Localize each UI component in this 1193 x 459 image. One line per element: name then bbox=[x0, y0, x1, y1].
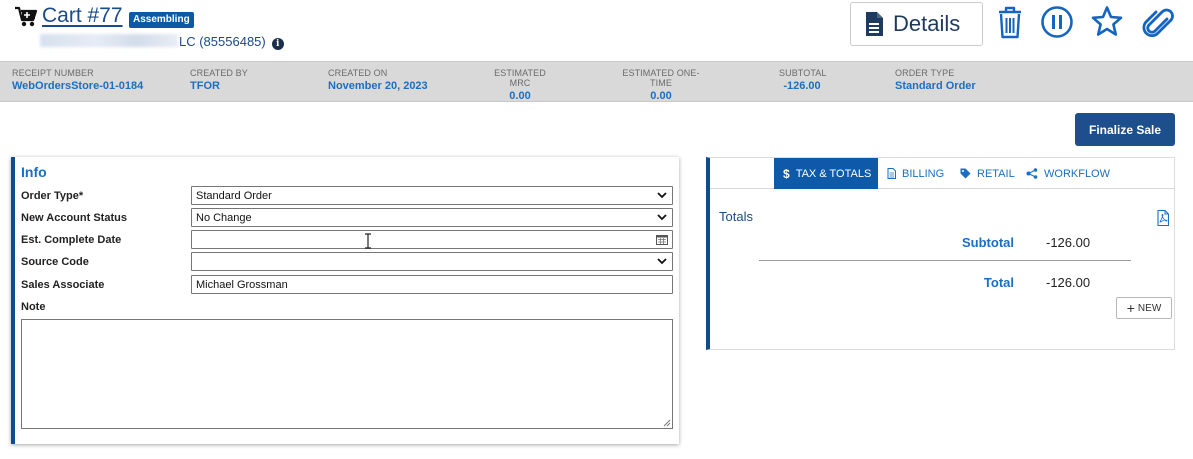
tab-label: BILLING bbox=[902, 167, 945, 180]
tab-label: RETAIL bbox=[977, 167, 1015, 180]
star-icon[interactable] bbox=[1090, 4, 1124, 40]
subtotal-value: -126.00 bbox=[1046, 235, 1091, 250]
new-label: NEW bbox=[1137, 302, 1162, 314]
tab-billing[interactable]: BILLING bbox=[887, 158, 944, 189]
subtotal-label: Subtotal bbox=[962, 235, 1014, 250]
pause-icon[interactable] bbox=[1040, 4, 1074, 40]
summary-created-by: CREATED BY TFOR bbox=[190, 68, 248, 92]
totals-panel: $ TAX & TOTALS BILLING RETAIL WORKFLOW T… bbox=[706, 157, 1175, 350]
new-button[interactable]: + NEW bbox=[1116, 297, 1172, 319]
cart-icon bbox=[15, 6, 38, 27]
status-badge: Assembling bbox=[129, 12, 194, 28]
redacted-account-name bbox=[40, 34, 178, 47]
tag-icon bbox=[960, 168, 971, 179]
plus-icon: + bbox=[1126, 300, 1135, 316]
text-cursor-icon bbox=[365, 233, 371, 249]
info-panel: Info Order Type* Standard Order New Acco… bbox=[11, 157, 679, 444]
cart-title-link[interactable]: Cart #77 bbox=[42, 4, 123, 28]
total-value: -126.00 bbox=[1046, 275, 1091, 290]
note-textarea[interactable] bbox=[21, 319, 673, 429]
sales-associate-label: Sales Associate bbox=[21, 279, 105, 291]
account-status-value: No Change bbox=[196, 211, 252, 224]
tab-tax-totals[interactable]: $ TAX & TOTALS bbox=[774, 158, 879, 189]
order-type-label: Order Type* bbox=[21, 190, 84, 202]
summary-order-type: ORDER TYPE Standard Order bbox=[895, 68, 976, 92]
details-label: Details bbox=[893, 11, 961, 36]
account-id[interactable]: LC (85556485) bbox=[179, 34, 266, 49]
finalize-sale-button[interactable]: Finalize Sale bbox=[1075, 113, 1175, 146]
totals-section-label: Totals bbox=[719, 209, 753, 224]
complete-date-input[interactable] bbox=[191, 230, 673, 249]
paperclip-icon[interactable] bbox=[1140, 4, 1174, 40]
tab-retail[interactable]: RETAIL bbox=[960, 158, 1015, 189]
order-type-select[interactable]: Standard Order bbox=[191, 186, 673, 205]
summary-est-one-time: ESTIMATED ONE-TIME 0.00 bbox=[622, 68, 700, 102]
summary-subtotal: SUBTOTAL -126.00 bbox=[779, 68, 827, 92]
chevron-down-icon bbox=[657, 258, 667, 265]
account-status-label: New Account Status bbox=[21, 212, 127, 224]
note-label: Note bbox=[21, 301, 46, 313]
summary-created-on: CREATED ON November 20, 2023 bbox=[328, 68, 428, 92]
chevron-down-icon bbox=[657, 192, 667, 199]
calendar-icon[interactable] bbox=[656, 234, 668, 245]
trash-icon[interactable] bbox=[993, 4, 1027, 40]
tab-workflow[interactable]: WORKFLOW bbox=[1026, 158, 1110, 189]
sales-associate-value: Michael Grossman bbox=[196, 278, 288, 291]
sales-associate-input[interactable]: Michael Grossman bbox=[191, 275, 673, 294]
summary-receipt: RECEIPT NUMBER WebOrdersStore-01-0184 bbox=[12, 68, 144, 92]
document-icon bbox=[887, 168, 896, 179]
workflow-icon bbox=[1026, 168, 1038, 179]
details-button[interactable]: Details bbox=[850, 2, 983, 46]
document-icon bbox=[866, 12, 883, 36]
total-label: Total bbox=[983, 275, 1014, 290]
order-type-value: Standard Order bbox=[196, 189, 272, 202]
summary-est-mrc: ESTIMATED MRC 0.00 bbox=[494, 68, 546, 102]
account-line[interactable]: LC (85556485) i bbox=[40, 34, 284, 50]
account-status-select[interactable]: No Change bbox=[191, 208, 673, 227]
dollar-icon: $ bbox=[783, 166, 790, 181]
resize-grip-icon[interactable] bbox=[663, 419, 671, 427]
pdf-icon[interactable] bbox=[1157, 210, 1169, 226]
order-summary-bar: RECEIPT NUMBER WebOrdersStore-01-0184 CR… bbox=[0, 61, 1193, 102]
source-code-select[interactable] bbox=[191, 252, 673, 271]
source-code-label: Source Code bbox=[21, 256, 89, 268]
info-title: Info bbox=[21, 164, 47, 180]
info-icon[interactable]: i bbox=[271, 38, 284, 50]
chevron-down-icon bbox=[657, 214, 667, 221]
tab-label: TAX & TOTALS bbox=[795, 167, 872, 180]
tab-label: WORKFLOW bbox=[1044, 167, 1110, 180]
tab-bar: $ TAX & TOTALS BILLING RETAIL WORKFLOW bbox=[710, 158, 1174, 189]
totals-divider bbox=[759, 260, 1131, 261]
complete-date-label: Est. Complete Date bbox=[21, 234, 122, 246]
